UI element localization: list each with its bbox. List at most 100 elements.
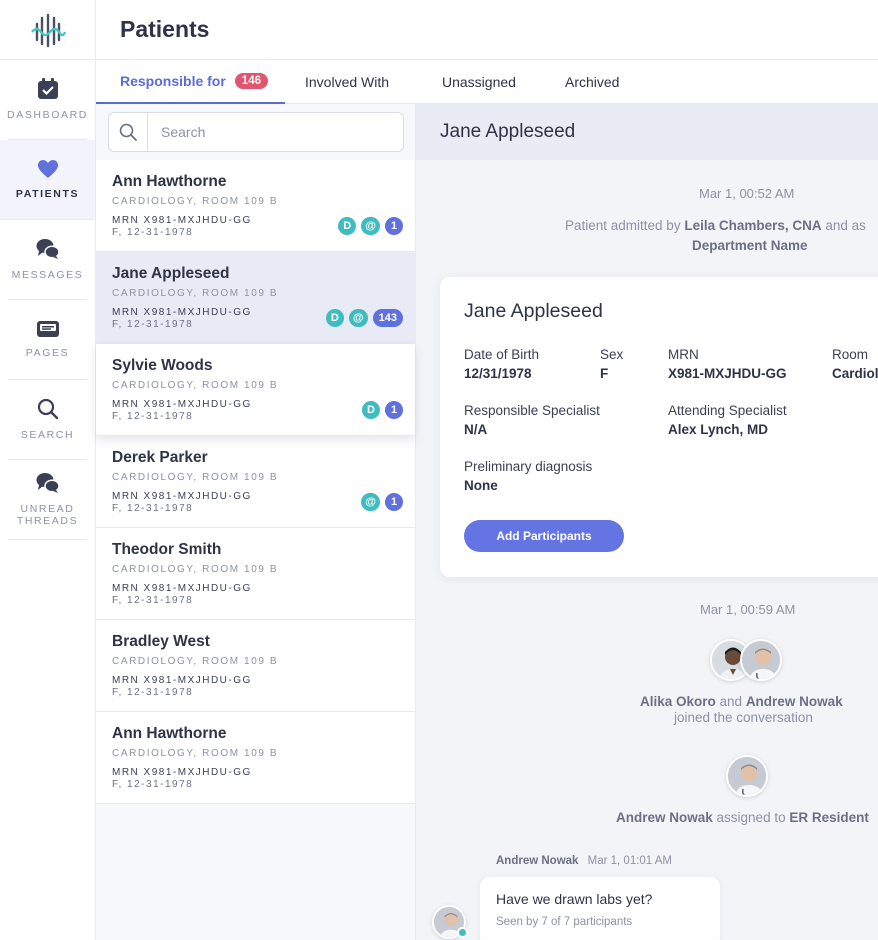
mention-badge: @ [348,309,368,327]
patient-row[interactable]: Bradley West CARDIOLOGY, ROOM 109 B MRN … [96,620,415,712]
unread-count-badge: 1 [385,401,403,419]
participant-b: Andrew Nowak [745,694,843,709]
field-label: Attending Specialist [668,403,787,418]
patient-dob: F, 12-31-1978 [112,779,194,790]
field-value: 12/31/1978 [464,366,532,381]
patient-name: Ann Hawthorne [112,173,227,190]
admission-event: Patient admitted by Leila Chambers, CNA … [565,218,866,233]
joined-and: and [715,694,746,709]
patient-mrn: MRN X981-MXJHDU-GG [112,767,252,778]
patient-name: Sylvie Woods [112,357,213,374]
doctor-badge: D [362,401,380,419]
responsible-specialist-field: Responsible Specialist N/A [464,403,600,437]
unread-count-badge: 143 [372,309,403,327]
timestamp: Mar 1, 00:59 AM [700,602,796,617]
left-nav: DASHBOARD PATIENTS MESSAGES PAGES SEARCH… [0,0,96,940]
patient-location: CARDIOLOGY, ROOM 109 B [112,288,279,299]
nav-dashboard[interactable]: DASHBOARD [7,60,88,140]
patient-row[interactable]: Ann Hawthorne CARDIOLOGY, ROOM 109 B MRN… [96,160,415,252]
mention-badge: @ [361,217,380,235]
field-value: N/A [464,422,488,437]
field-label: Preliminary diagnosis [464,459,593,474]
tab-unassigned[interactable]: Unassigned [442,60,516,104]
nav-unread-threads[interactable]: UNREAD THREADS [8,460,87,540]
message-author: Andrew Nowak [496,855,579,867]
tab-archived[interactable]: Archived [565,60,619,104]
online-status-icon [457,927,468,938]
nav-messages[interactable]: MESSAGES [8,220,87,300]
search-icon [37,398,58,420]
patient-dob: F, 12-31-1978 [112,411,194,422]
message-bubble[interactable]: Have we drawn labs yet? Seen by 7 of 7 p… [480,877,720,940]
page-title: Patients [120,16,210,42]
patient-name: Jane Appleseed [112,265,230,282]
field-value: X981-MXJHDU-GG [668,366,787,381]
tab-involved-with[interactable]: Involved With [305,60,389,104]
nav-patients[interactable]: PATIENTS [0,140,95,220]
patient-name: Derek Parker [112,449,208,466]
chat-bubbles-icon [36,239,60,259]
patient-name: Bradley West [112,633,210,650]
admitted-prefix: Patient admitted by [565,218,685,233]
assigned-role: ER Resident [789,810,869,825]
mrn-field: MRN X981-MXJHDU-GG [668,347,787,381]
avatar-andrew-nowak[interactable] [740,639,782,681]
add-participants-button[interactable]: Add Participants [464,520,624,552]
app-logo[interactable] [0,0,95,60]
nav-pages[interactable]: PAGES [8,300,87,380]
tab-responsible-for[interactable]: Responsible for 146 [96,60,285,104]
department-line: Department Name [692,238,808,253]
assigned-name: Andrew Nowak [616,810,713,825]
patient-row[interactable]: Sylvie Woods CARDIOLOGY, ROOM 109 B MRN … [96,344,415,436]
chat-bubbles-icon [36,473,60,493]
tab-label: Archived [565,74,620,90]
nav-messages-label: MESSAGES [11,269,84,281]
room-field: Room Cardiol [832,347,878,381]
participant-a: Alika Okoro [640,694,716,709]
patient-mrn: MRN X981-MXJHDU-GG [112,399,252,410]
department-name: Department Name [692,238,808,253]
nav-search[interactable]: SEARCH [8,380,87,460]
tab-label: Involved With [305,74,390,90]
patient-location: CARDIOLOGY, ROOM 109 B [112,656,279,667]
patient-row[interactable]: Ann Hawthorne CARDIOLOGY, ROOM 109 B MRN… [96,712,415,804]
patient-row-selected[interactable]: Jane Appleseed CARDIOLOGY, ROOM 109 B MR… [96,252,415,344]
patient-location: CARDIOLOGY, ROOM 109 B [112,472,279,483]
field-label: Responsible Specialist [464,403,600,418]
nav-dashboard-label: DASHBOARD [7,109,88,121]
unread-count-badge: 1 [385,217,403,235]
message-time: Mar 1, 01:01 AM [587,855,673,867]
field-value: Alex Lynch, MD [668,422,769,437]
admitted-by: Leila Chambers, CNA [684,218,822,233]
patient-row[interactable]: Theodor Smith CARDIOLOGY, ROOM 109 B MRN… [96,528,415,620]
nav-search-label: SEARCH [20,429,75,441]
tab-label: Responsible for [120,73,226,89]
patient-location: CARDIOLOGY, ROOM 109 B [112,196,279,207]
assigned-mid: assigned to [712,810,790,825]
avatar-andrew-nowak[interactable] [726,755,768,797]
field-label: Sex [600,347,624,362]
pager-icon [36,321,59,337]
patient-badges: D @ 1 [338,217,403,235]
patient-rows: Ann Hawthorne CARDIOLOGY, ROOM 109 B MRN… [96,160,415,804]
nav-unread-threads-label: UNREAD THREADS [16,503,79,527]
card-patient-name: Jane Appleseed [464,300,603,322]
timestamp: Mar 1, 00:52 AM [699,186,795,201]
message-text: Have we drawn labs yet? [496,891,653,907]
count-badge: 146 [234,73,268,89]
patient-mrn: MRN X981-MXJHDU-GG [112,491,252,502]
patient-detail-panel: Jane Appleseed Mar 1, 00:52 AM Patient a… [416,104,878,940]
assigned-event: Andrew Nowak assigned to ER Resident [616,810,869,825]
patient-location: CARDIOLOGY, ROOM 109 B [112,564,279,575]
sex-field: Sex F [600,347,623,381]
dob-field: Date of Birth 12/31/1978 [464,347,539,381]
doctor-badge: D [338,217,357,235]
diagnosis-field: Preliminary diagnosis None [464,459,592,493]
patient-info-card: Jane Appleseed Date of Birth 12/31/1978 … [440,277,878,577]
unread-count-badge: 1 [385,493,403,511]
patient-location: CARDIOLOGY, ROOM 109 B [112,380,279,391]
patient-list-panel: Ann Hawthorne CARDIOLOGY, ROOM 109 B MRN… [96,104,416,940]
patient-row[interactable]: Derek Parker CARDIOLOGY, ROOM 109 B MRN … [96,436,415,528]
search-input[interactable] [148,113,398,151]
patient-dob: F, 12-31-1978 [112,503,194,514]
